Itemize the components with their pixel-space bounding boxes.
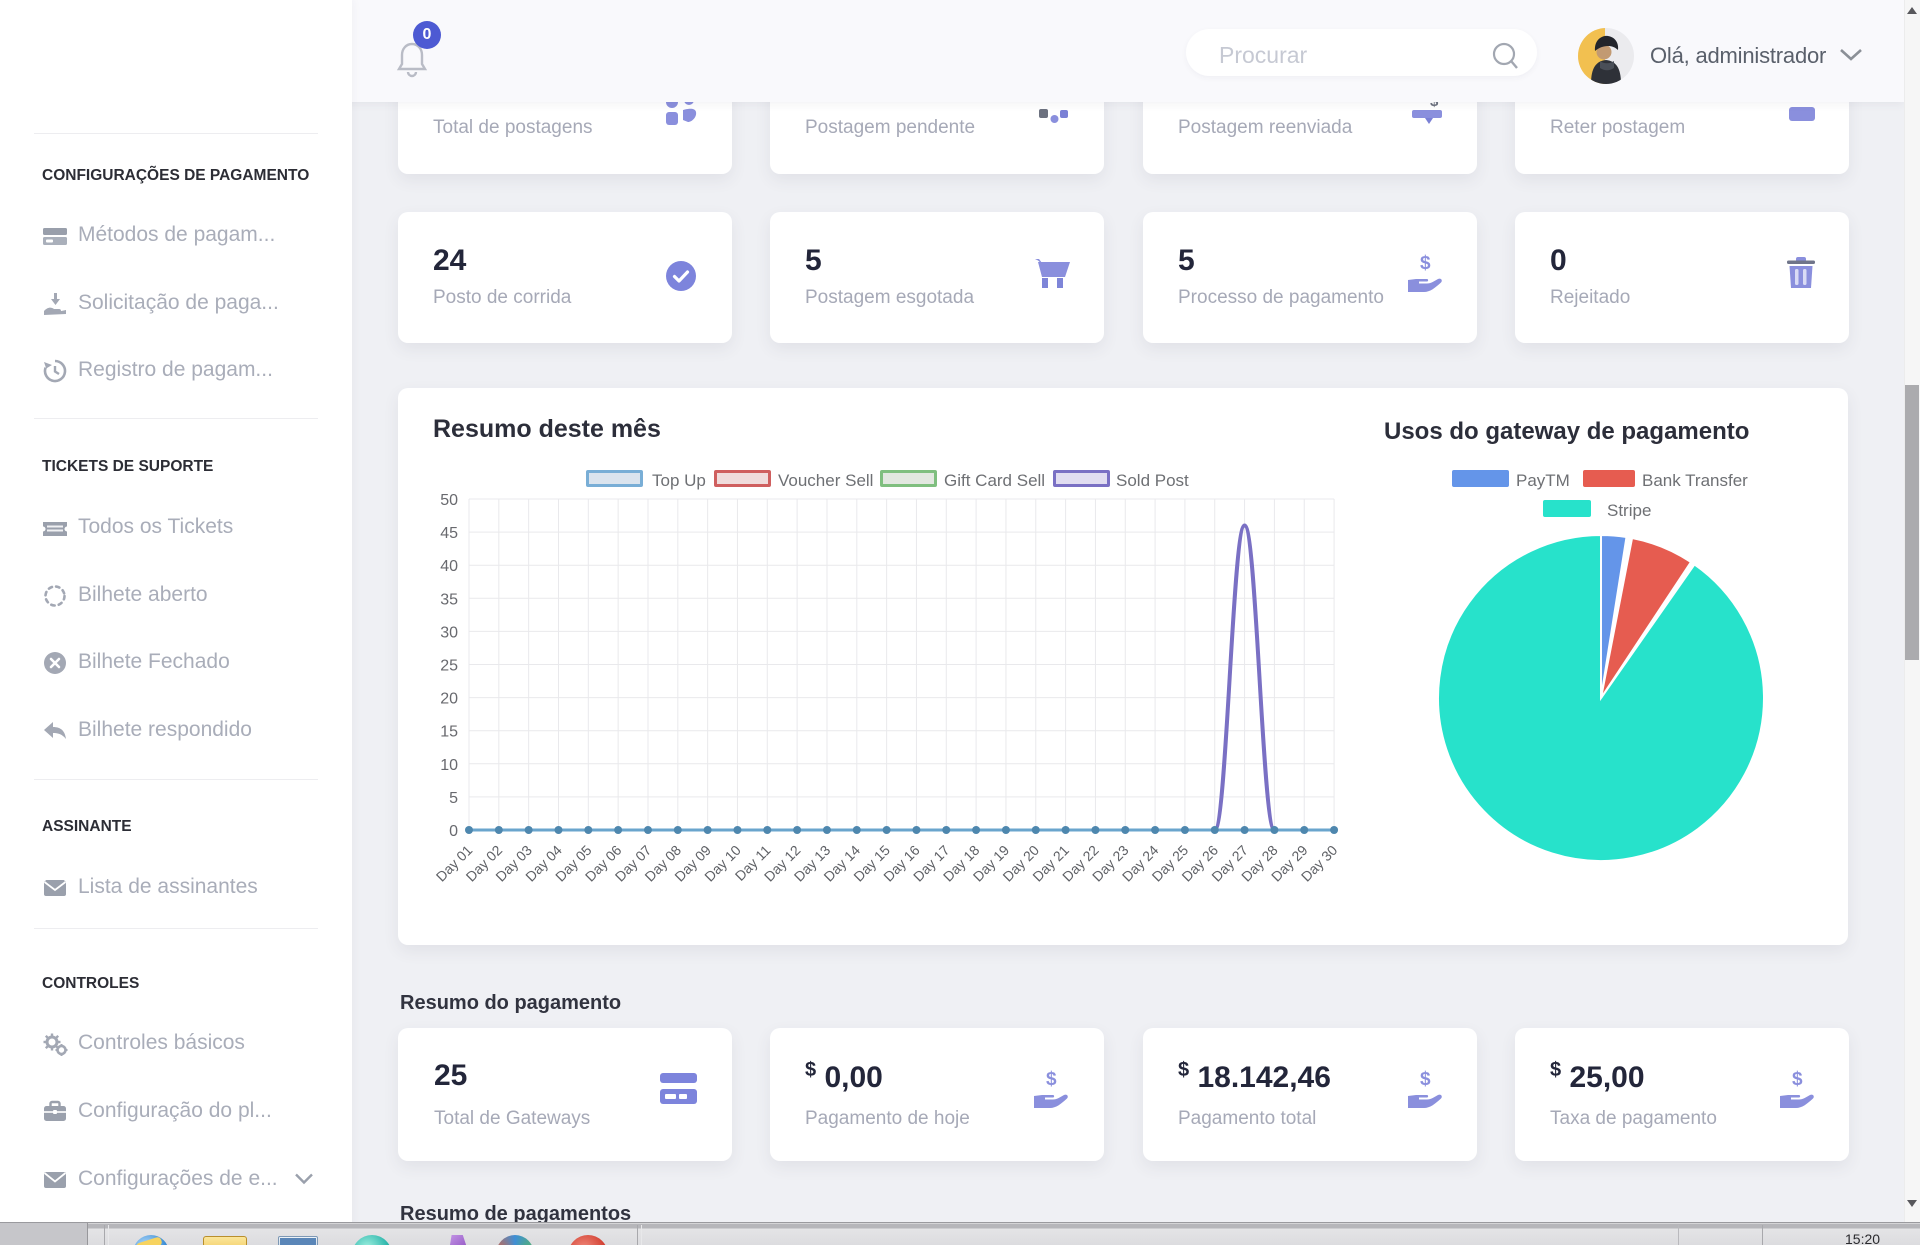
svg-text:35: 35	[440, 591, 458, 608]
svg-text:$: $	[1046, 1069, 1057, 1090]
svg-text:20: 20	[440, 691, 458, 708]
svg-text:$: $	[1792, 1069, 1803, 1090]
svg-text:40: 40	[440, 558, 458, 575]
svg-text:50: 50	[440, 492, 458, 509]
svg-text:30: 30	[440, 624, 458, 641]
svg-text:0: 0	[449, 823, 458, 840]
svg-text:25: 25	[440, 658, 458, 675]
svg-text:5: 5	[449, 790, 458, 807]
svg-text:$: $	[1420, 1069, 1431, 1090]
svg-text:45: 45	[440, 525, 458, 542]
svg-text:$: $	[1420, 253, 1431, 274]
svg-text:10: 10	[440, 757, 458, 774]
svg-text:15: 15	[440, 724, 458, 741]
